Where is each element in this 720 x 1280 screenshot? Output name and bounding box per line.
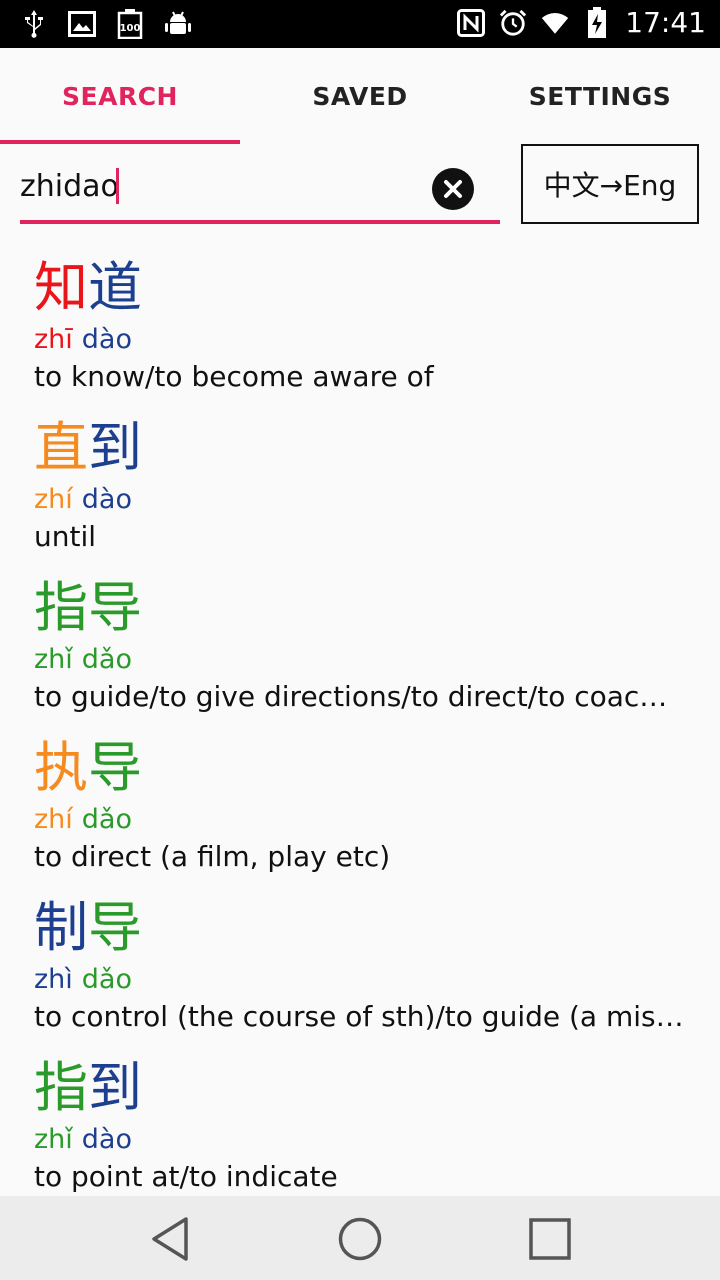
pinyin-syllable: zhǐ (34, 644, 73, 675)
pinyin-syllable: zhí (34, 804, 73, 835)
image-icon (68, 8, 96, 40)
hanzi-character: 知 (34, 256, 88, 319)
status-bar: 100 17:41 (0, 0, 720, 48)
hanzi-character: 导 (88, 736, 142, 799)
results-list: 知道 zhī dào to know/to become aware of 直到 zhí d… (34, 252, 694, 1212)
hanzi-word: 执导 (34, 732, 694, 804)
hanzi-word: 直到 (34, 412, 694, 484)
hanzi-word: 知道 (34, 252, 694, 324)
text-cursor (116, 168, 119, 204)
search-input[interactable] (20, 164, 420, 208)
hanzi-character: 到 (88, 416, 142, 479)
result-entry[interactable]: 知道 zhī dào to know/to become aware of (34, 252, 694, 412)
pinyin-syllable: dǎo (81, 964, 132, 995)
pinyin: zhí dào (34, 484, 694, 516)
result-entry[interactable]: 执导 zhí dǎo to direct (a film, play etc) (34, 732, 694, 892)
pinyin-syllable: dǎo (81, 804, 132, 835)
definition: to guide/to give directions/to direct/to… (34, 680, 668, 713)
active-tab-indicator (0, 140, 240, 144)
tab-bar: SEARCH SAVED SETTINGS (0, 48, 720, 144)
result-entry[interactable]: 直到 zhí dào until (34, 412, 694, 572)
hanzi-character: 制 (34, 896, 88, 959)
pinyin-syllable: dào (81, 484, 132, 515)
home-icon (338, 1217, 382, 1261)
hanzi-character: 导 (88, 576, 142, 639)
clear-search-button[interactable] (432, 168, 474, 210)
usb-icon (20, 8, 48, 40)
definition: until (34, 520, 97, 553)
back-icon (152, 1217, 188, 1261)
close-icon (444, 180, 462, 198)
pinyin-syllable: dǎo (81, 644, 132, 675)
hanzi-character: 执 (34, 736, 88, 799)
hanzi-character: 指 (34, 576, 88, 639)
pinyin: zhǐ dǎo (34, 644, 694, 676)
hanzi-character: 导 (88, 896, 142, 959)
recents-button[interactable] (525, 1214, 575, 1264)
battery-charging-icon (583, 6, 611, 39)
search-field-container (20, 150, 500, 224)
home-button[interactable] (335, 1214, 385, 1264)
definition: to point at/to indicate (34, 1160, 338, 1193)
tab-settings[interactable]: SETTINGS (480, 48, 720, 144)
nfc-icon (457, 7, 486, 39)
recents-icon (529, 1218, 571, 1260)
battery-100-icon: 100 (116, 8, 144, 40)
pinyin-syllable: dào (81, 1124, 132, 1155)
pinyin: zhì dǎo (34, 964, 694, 996)
pinyin-syllable: zhǐ (34, 1124, 73, 1155)
pinyin-syllable: zhí (34, 484, 73, 515)
result-entry[interactable]: 指导 zhǐ dǎo to guide/to give directions/to d… (34, 572, 694, 732)
android-debug-icon (164, 8, 192, 40)
wifi-icon (541, 7, 569, 39)
pinyin: zhī dào (34, 324, 694, 356)
hanzi-word: 指导 (34, 572, 694, 644)
hanzi-word: 制导 (34, 892, 694, 964)
pinyin-syllable: zhī (34, 324, 73, 355)
pinyin: zhǐ dào (34, 1124, 694, 1156)
pinyin-syllable: zhì (34, 964, 73, 995)
tab-saved[interactable]: SAVED (240, 48, 480, 144)
definition: to control (the course of sth)/to guide … (34, 1000, 684, 1033)
hanzi-character: 指 (34, 1056, 88, 1119)
back-button[interactable] (145, 1214, 195, 1264)
result-entry[interactable]: 制导 zhì dǎo to control (the course of sth)/t… (34, 892, 694, 1052)
pinyin: zhí dǎo (34, 804, 694, 836)
definition: to know/to become aware of (34, 360, 434, 393)
hanzi-character: 直 (34, 416, 88, 479)
hanzi-character: 道 (88, 256, 142, 319)
hanzi-character: 到 (88, 1056, 142, 1119)
hanzi-word: 指到 (34, 1052, 694, 1124)
navigation-bar (0, 1196, 720, 1280)
result-entry[interactable]: 指到 zhǐ dào to point at/to indicate (34, 1052, 694, 1212)
svg-text:100: 100 (120, 23, 141, 34)
tab-search[interactable]: SEARCH (0, 48, 240, 144)
alarm-icon (499, 7, 527, 39)
clock-time: 17:41 (625, 6, 706, 39)
definition: to direct (a film, play etc) (34, 840, 391, 873)
pinyin-syllable: dào (81, 324, 132, 355)
language-direction-button[interactable]: 中文→Eng (521, 144, 699, 224)
